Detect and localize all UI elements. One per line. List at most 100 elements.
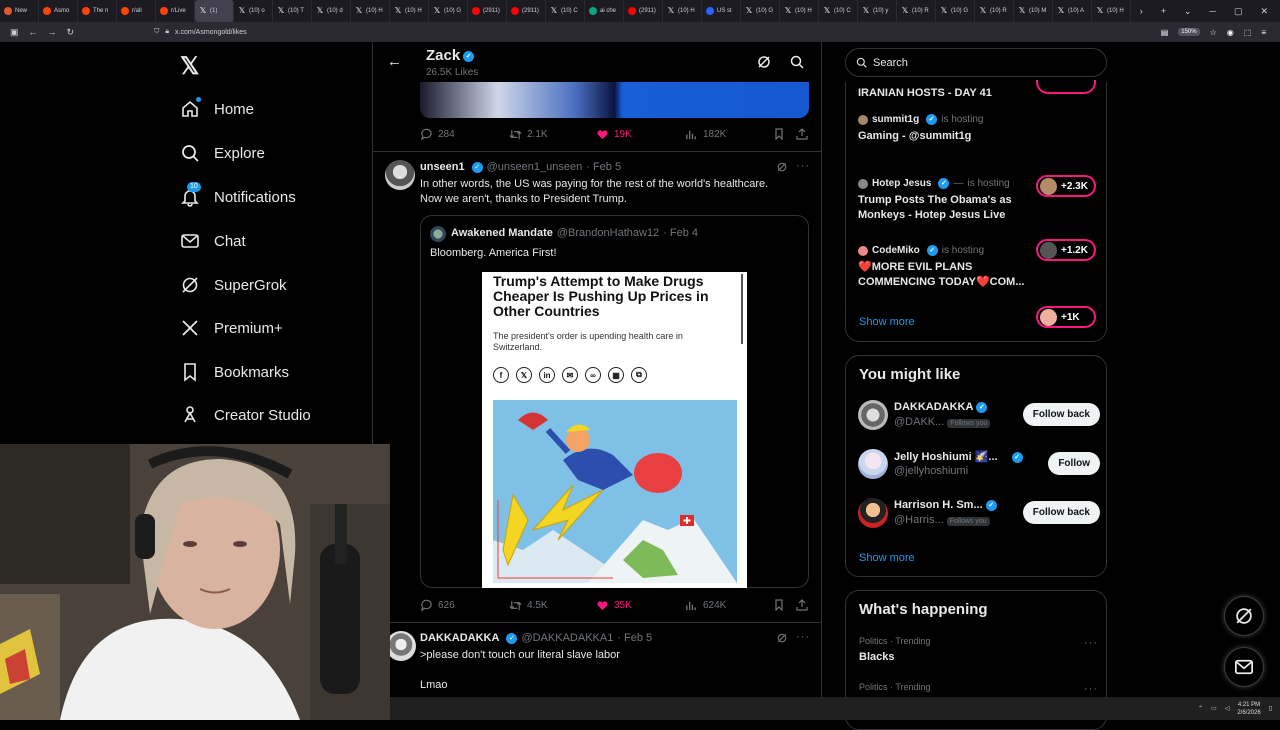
tweet-date[interactable]: · Feb 5 (586, 161, 621, 173)
like-button[interactable]: 19K (596, 128, 632, 141)
x-logo-icon[interactable]: 𝕏 (180, 52, 199, 81)
repost-button[interactable]: 2.1K (509, 128, 548, 141)
browser-tab[interactable]: The n (78, 0, 117, 22)
browser-tab[interactable]: 𝕏 (10) H (390, 0, 429, 22)
avatar[interactable] (858, 498, 888, 528)
browser-tab[interactable]: New (0, 0, 39, 22)
forward-icon[interactable]: → (48, 27, 57, 38)
messages-fab[interactable] (1224, 647, 1264, 687)
browser-tab[interactable]: 𝕏 (10) y (858, 0, 897, 22)
browser-tab[interactable]: 𝕏 (10) G (429, 0, 468, 22)
more-options-icon[interactable]: ··· (1084, 683, 1098, 695)
browser-tab[interactable]: r/Live (156, 0, 195, 22)
browser-tab[interactable]: US st (702, 0, 741, 22)
show-more-link[interactable]: Show more (859, 552, 915, 564)
suggested-user[interactable]: Jelly Hoshiumi 🌠... ✓ @jellyhoshiumi Foll… (858, 447, 1100, 483)
reader-icon[interactable]: ▤ (1161, 28, 1169, 37)
browser-tab[interactable]: (2911) (507, 0, 546, 22)
more-options-icon[interactable]: ··· (796, 160, 810, 172)
space-item[interactable]: IRANIAN HOSTS - DAY 41 (858, 82, 1038, 101)
grok-icon[interactable] (776, 161, 788, 173)
browser-tab[interactable]: 𝕏 (10) A (1053, 0, 1092, 22)
close-icon[interactable]: ✕ (1260, 6, 1268, 17)
reply-button[interactable]: 284 (420, 128, 455, 141)
browser-tab[interactable]: 𝕏 (10) C (546, 0, 585, 22)
browser-tab[interactable]: 𝕏 (10) G (936, 0, 975, 22)
user-name[interactable]: Harrison H. Sm... ✓ (894, 499, 997, 511)
nav-item-home[interactable]: Home (180, 97, 254, 119)
search-icon[interactable] (789, 54, 805, 70)
bookmark-icon[interactable] (773, 599, 785, 611)
avatar[interactable] (385, 160, 415, 190)
nav-item-creator-studio[interactable]: Creator Studio (180, 405, 311, 425)
author-handle[interactable]: @DAKKADAKKA1 (521, 632, 613, 644)
author-handle[interactable]: @unseen1_unseen (487, 161, 583, 173)
user-name[interactable]: DAKKADAKKA ✓ (894, 401, 988, 413)
share-icon[interactable] (796, 599, 808, 611)
zoom-level[interactable]: 150% (1178, 28, 1200, 36)
nav-item-supergrok[interactable]: SuperGrok (180, 275, 287, 295)
minimize-icon[interactable]: ─ (1210, 6, 1216, 17)
browser-tab[interactable]: 𝕏 (10) H (663, 0, 702, 22)
menu-icon[interactable]: ≡ (1261, 28, 1266, 37)
tab-overflow-icon[interactable]: › (1140, 6, 1143, 17)
grok-fab[interactable] (1224, 596, 1264, 636)
author-name[interactable]: unseen1 (420, 161, 465, 173)
suggested-user[interactable]: Harrison H. Sm... ✓ @Harris... Follows you… (858, 496, 1100, 532)
avatar[interactable] (858, 400, 888, 430)
trend-item[interactable]: Politics · Trending (859, 682, 931, 692)
space-listener-pill[interactable]: +1.2K (1036, 239, 1096, 261)
tweet-media-image[interactable] (420, 82, 809, 118)
trend-item[interactable]: Politics · Trending Blacks (859, 636, 931, 663)
more-options-icon[interactable]: ··· (796, 631, 810, 643)
nav-item-premium[interactable]: Premium+ (180, 318, 283, 338)
browser-tab[interactable]: 𝕏 (10) M (1014, 0, 1053, 22)
share-icon[interactable] (796, 128, 808, 140)
search-input[interactable]: Search (845, 48, 1107, 77)
nav-item-notifications[interactable]: 10 Notifications (180, 182, 296, 207)
browser-tab[interactable]: 𝕏 (10) d (312, 0, 351, 22)
follow-back-button[interactable]: Follow back (1022, 501, 1100, 524)
nav-item-bookmarks[interactable]: Bookmarks (180, 362, 289, 382)
new-tab-icon[interactable]: + (1161, 6, 1166, 17)
reload-icon[interactable]: ↻ (67, 27, 75, 38)
extensions-icon[interactable]: ⬚ (1244, 28, 1252, 37)
browser-tab[interactable]: 𝕏 (10) R (975, 0, 1014, 22)
sidebar-toggle-icon[interactable]: ▣ (10, 27, 19, 38)
follow-back-button[interactable]: Follow back (1022, 403, 1100, 426)
browser-tab[interactable]: 𝕏 (10) H (780, 0, 819, 22)
space-item[interactable]: summit1g ✓ is hosting Gaming - @summit1g (858, 114, 1038, 144)
author-name[interactable]: DAKKADAKKA (420, 632, 499, 644)
tweet-date[interactable]: · Feb 5 (617, 632, 652, 644)
browser-tab[interactable]: Asmo (39, 0, 78, 22)
browser-tab[interactable]: 𝕏 (10) H (1092, 0, 1131, 22)
browser-tab[interactable]: 𝕏 (10) H (351, 0, 390, 22)
bookmark-icon[interactable] (773, 128, 785, 140)
tray-chevron-icon[interactable]: ⌃ (1198, 705, 1203, 712)
browser-tab[interactable]: 𝕏 (10) o (234, 0, 273, 22)
back-icon[interactable]: ← (29, 27, 38, 38)
volume-icon[interactable]: ◁ (1225, 705, 1230, 712)
repost-button[interactable]: 4.5K (509, 599, 548, 612)
network-icon[interactable]: ▭ (1211, 705, 1217, 712)
account-icon[interactable]: ◉ (1227, 28, 1234, 37)
follow-button[interactable]: Follow (1048, 452, 1100, 475)
article-screenshot[interactable]: Trump's Attempt to Make Drugs Cheaper Is… (482, 272, 747, 588)
nav-item-chat[interactable]: Chat (180, 231, 246, 251)
browser-tab[interactable]: 𝕏 (10) T (273, 0, 312, 22)
browser-tab[interactable]: 𝕏 (1) (195, 0, 234, 22)
like-button[interactable]: 35K (596, 599, 632, 612)
reply-button[interactable]: 626 (420, 599, 455, 612)
star-icon[interactable]: ☆ (1210, 28, 1217, 37)
browser-tab[interactable]: ai che (585, 0, 624, 22)
suggested-user[interactable]: DAKKADAKKA ✓ @DAKK... Follows you Follow b… (858, 398, 1100, 434)
browser-tab[interactable]: 𝕏 (10) R (897, 0, 936, 22)
system-clock[interactable]: 4:21 PM 2/6/2026 (1237, 701, 1260, 717)
tab-list-icon[interactable]: ⌄ (1184, 6, 1192, 17)
space-listener-pill[interactable] (1036, 80, 1096, 94)
browser-tab[interactable]: (2911) (624, 0, 663, 22)
maximize-icon[interactable]: ▢ (1234, 6, 1243, 17)
grok-icon[interactable] (776, 632, 788, 644)
avatar[interactable] (386, 631, 416, 661)
space-listener-pill[interactable]: +2.3K (1036, 175, 1096, 197)
